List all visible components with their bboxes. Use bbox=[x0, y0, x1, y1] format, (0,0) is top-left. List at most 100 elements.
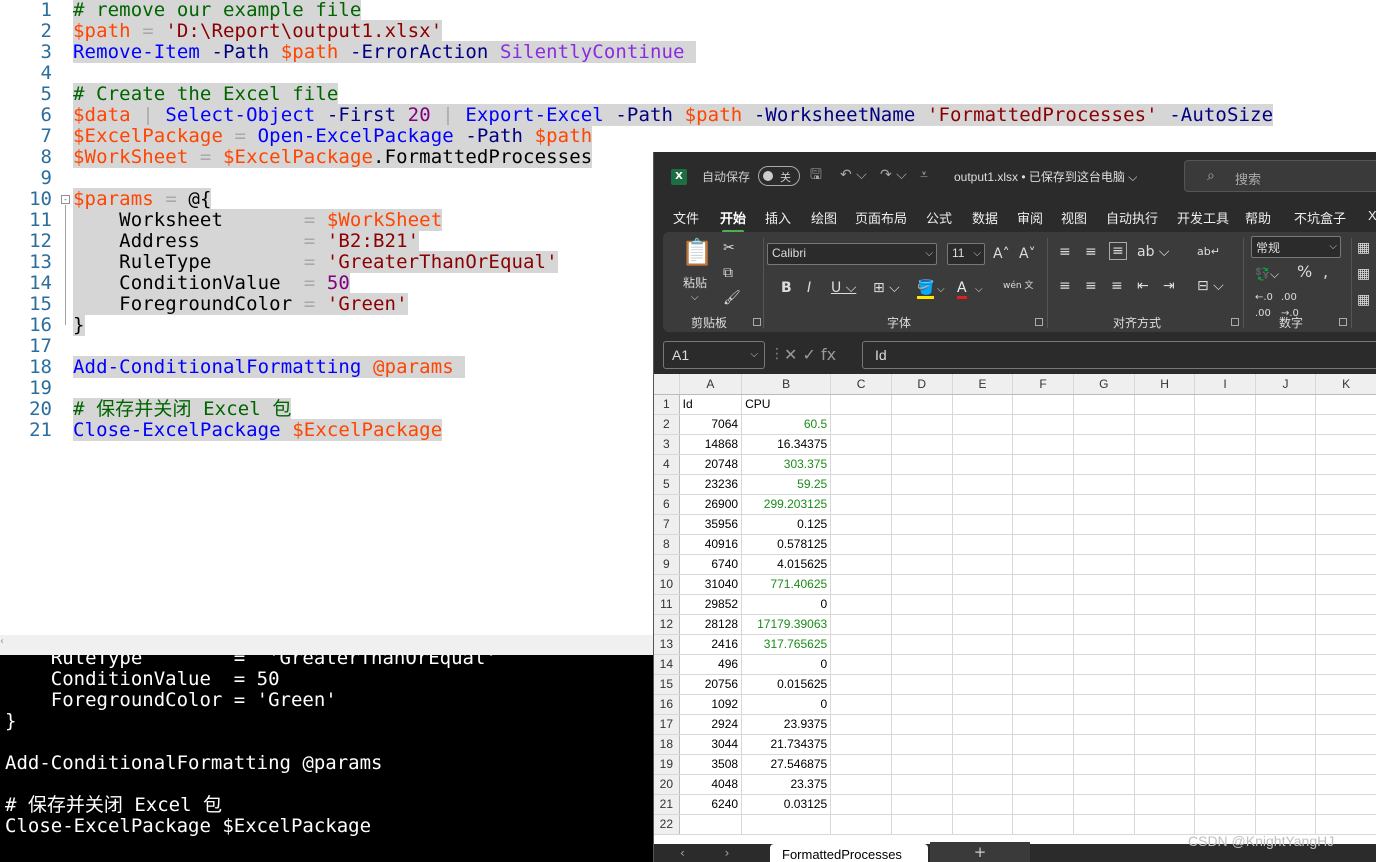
name-box[interactable]: A1 ⌵ bbox=[663, 341, 765, 369]
empty-cell[interactable] bbox=[830, 454, 892, 475]
empty-cell[interactable] bbox=[1315, 594, 1376, 615]
empty-cell[interactable] bbox=[830, 714, 892, 735]
empty-cell[interactable] bbox=[1315, 394, 1376, 415]
empty-cell[interactable] bbox=[1255, 494, 1317, 515]
empty-cell[interactable] bbox=[1315, 794, 1376, 815]
cell-a[interactable]: Id bbox=[679, 394, 743, 415]
empty-cell[interactable] bbox=[1073, 654, 1135, 675]
code-line[interactable]: Remove-Item -Path $path -ErrorAction Sil… bbox=[73, 41, 697, 63]
code-line[interactable]: $params = @{ bbox=[73, 188, 212, 210]
empty-cell[interactable] bbox=[1194, 774, 1256, 795]
empty-cell[interactable] bbox=[1315, 514, 1376, 535]
empty-cell[interactable] bbox=[1194, 574, 1256, 595]
empty-cell[interactable] bbox=[1073, 774, 1135, 795]
empty-cell[interactable] bbox=[1134, 634, 1196, 655]
empty-cell[interactable] bbox=[1134, 734, 1196, 755]
code-line[interactable]: } bbox=[73, 314, 85, 336]
decrease-font-icon[interactable]: A˅ bbox=[1019, 246, 1036, 262]
empty-cell[interactable] bbox=[891, 814, 953, 835]
empty-cell[interactable] bbox=[1073, 474, 1135, 495]
row-header[interactable]: 6 bbox=[654, 494, 680, 515]
column-header[interactable]: E bbox=[952, 374, 1014, 395]
align-bottom-icon[interactable]: ≡ bbox=[1109, 242, 1127, 260]
row-header[interactable]: 2 bbox=[654, 414, 680, 435]
pane-splitter[interactable]: ‹ bbox=[0, 635, 660, 655]
redo-icon[interactable]: ↷ ⌵ bbox=[880, 166, 907, 184]
cell-b[interactable]: 4.015625 bbox=[741, 554, 832, 575]
empty-cell[interactable] bbox=[1194, 494, 1256, 515]
cell-a[interactable]: 29852 bbox=[679, 594, 743, 615]
empty-cell[interactable] bbox=[1255, 534, 1317, 555]
empty-cell[interactable] bbox=[1194, 514, 1256, 535]
empty-cell[interactable] bbox=[1012, 714, 1074, 735]
empty-cell[interactable] bbox=[1073, 574, 1135, 595]
cell-b[interactable]: 0.03125 bbox=[741, 794, 832, 815]
cut-icon[interactable]: ✂ bbox=[723, 240, 735, 256]
copy-icon[interactable]: ⧉ bbox=[723, 265, 733, 281]
number-launcher-icon[interactable] bbox=[1339, 318, 1347, 326]
cell-b[interactable]: 23.375 bbox=[741, 774, 832, 795]
row-header[interactable]: 3 bbox=[654, 434, 680, 455]
font-launcher-icon[interactable] bbox=[1035, 318, 1043, 326]
empty-cell[interactable] bbox=[1012, 574, 1074, 595]
empty-cell[interactable] bbox=[1073, 494, 1135, 515]
empty-cell[interactable] bbox=[891, 794, 953, 815]
cell-b[interactable]: 23.9375 bbox=[741, 714, 832, 735]
format-painter-icon[interactable]: 🖌 bbox=[723, 290, 741, 306]
empty-cell[interactable] bbox=[1194, 554, 1256, 575]
row-header[interactable]: 21 bbox=[654, 794, 680, 815]
bold-icon[interactable]: B bbox=[781, 280, 792, 296]
cell-a[interactable]: 35956 bbox=[679, 514, 743, 535]
empty-cell[interactable] bbox=[1255, 654, 1317, 675]
empty-cell[interactable] bbox=[1194, 674, 1256, 695]
cell-b[interactable]: 0 bbox=[741, 594, 832, 615]
empty-cell[interactable] bbox=[830, 794, 892, 815]
empty-cell[interactable] bbox=[891, 574, 953, 595]
align-launcher-icon[interactable] bbox=[1231, 318, 1239, 326]
row-header[interactable]: 7 bbox=[654, 514, 680, 535]
empty-cell[interactable] bbox=[1012, 454, 1074, 475]
cell-a[interactable]: 2924 bbox=[679, 714, 743, 735]
empty-cell[interactable] bbox=[1134, 394, 1196, 415]
empty-cell[interactable] bbox=[1073, 614, 1135, 635]
empty-cell[interactable] bbox=[891, 614, 953, 635]
empty-cell[interactable] bbox=[1134, 434, 1196, 455]
row-header[interactable]: 13 bbox=[654, 634, 680, 655]
empty-cell[interactable] bbox=[1134, 654, 1196, 675]
conditional-format-icon[interactable]: ▦ bbox=[1357, 240, 1370, 256]
cell-b[interactable]: 317.765625 bbox=[741, 634, 832, 655]
empty-cell[interactable] bbox=[1194, 634, 1256, 655]
cell-b[interactable]: 0 bbox=[741, 654, 832, 675]
empty-cell[interactable] bbox=[891, 634, 953, 655]
empty-cell[interactable] bbox=[891, 394, 953, 415]
empty-cell[interactable] bbox=[891, 554, 953, 575]
empty-cell[interactable] bbox=[1134, 754, 1196, 775]
empty-cell[interactable] bbox=[1012, 614, 1074, 635]
empty-cell[interactable] bbox=[1012, 414, 1074, 435]
cell-b[interactable] bbox=[741, 814, 832, 835]
align-right-icon[interactable]: ≡ bbox=[1111, 278, 1123, 294]
empty-cell[interactable] bbox=[1073, 554, 1135, 575]
cell-b[interactable]: 27.546875 bbox=[741, 754, 832, 775]
empty-cell[interactable] bbox=[1134, 714, 1196, 735]
row-header[interactable]: 18 bbox=[654, 734, 680, 755]
empty-cell[interactable] bbox=[952, 614, 1014, 635]
column-header[interactable]: G bbox=[1073, 374, 1135, 395]
empty-cell[interactable] bbox=[952, 734, 1014, 755]
empty-cell[interactable] bbox=[830, 554, 892, 575]
empty-cell[interactable] bbox=[1134, 674, 1196, 695]
code-line[interactable]: RuleType = 'GreaterThanOrEqual' bbox=[73, 251, 558, 273]
code-line[interactable]: $WorkSheet = $ExcelPackage.FormattedProc… bbox=[73, 146, 593, 168]
empty-cell[interactable] bbox=[1255, 434, 1317, 455]
empty-cell[interactable] bbox=[1315, 694, 1376, 715]
empty-cell[interactable] bbox=[891, 774, 953, 795]
code-line[interactable]: Worksheet = $WorkSheet bbox=[73, 209, 443, 231]
empty-cell[interactable] bbox=[1012, 734, 1074, 755]
row-header[interactable]: 11 bbox=[654, 594, 680, 615]
empty-cell[interactable] bbox=[952, 454, 1014, 475]
empty-cell[interactable] bbox=[891, 494, 953, 515]
font-color-icon[interactable]: A bbox=[957, 280, 967, 299]
empty-cell[interactable] bbox=[1194, 474, 1256, 495]
empty-cell[interactable] bbox=[1315, 774, 1376, 795]
empty-cell[interactable] bbox=[1073, 674, 1135, 695]
